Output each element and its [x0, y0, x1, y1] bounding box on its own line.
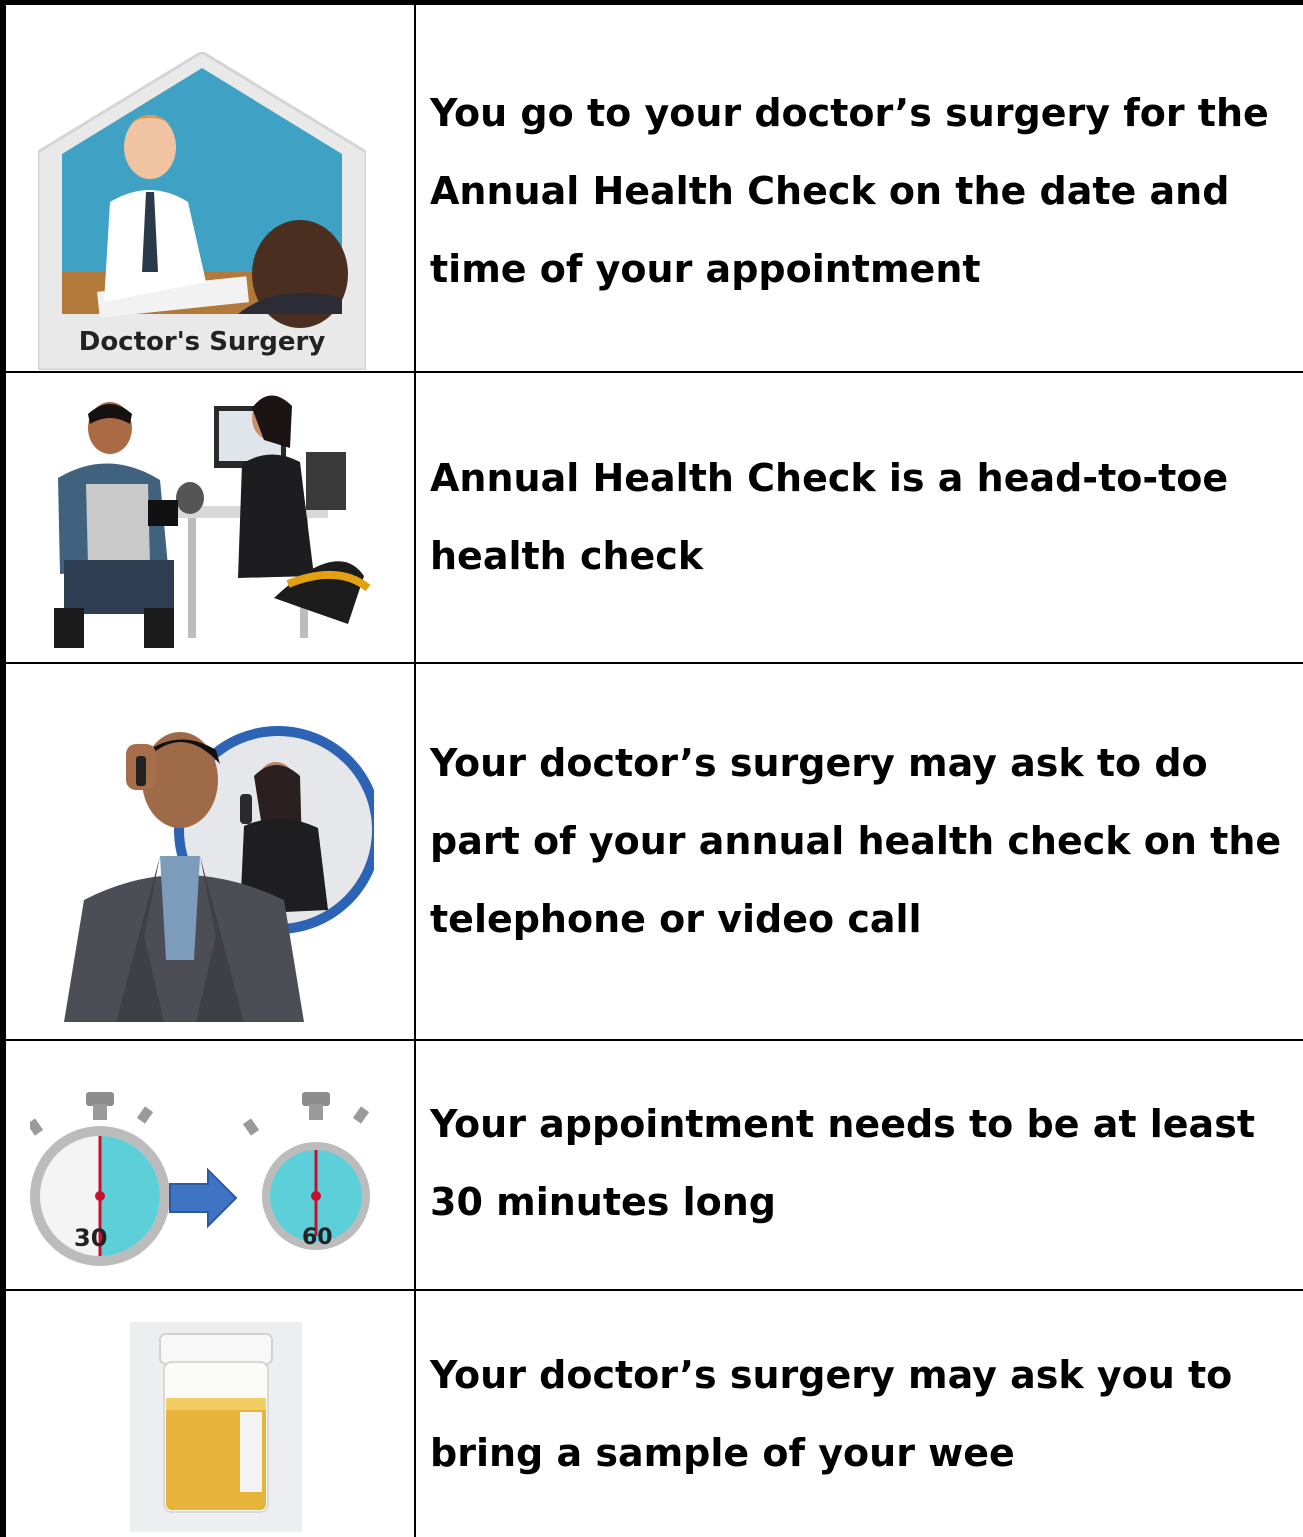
table-border-top: [0, 0, 1303, 5]
row-text: Your doctor’s surgery may ask to do part…: [430, 741, 1282, 941]
row-text: You go to your doctor’s surgery for the …: [430, 91, 1269, 291]
row-divider: [0, 371, 1303, 373]
row-text: Annual Health Check is a head-to-toe hea…: [430, 456, 1229, 578]
doctor-surgery-icon: Doctor's Surgery: [38, 52, 366, 370]
column-divider: [414, 0, 416, 1537]
row-text: Your doctor’s surgery may ask you to bri…: [430, 1353, 1233, 1475]
stopwatch-end-label: 60: [302, 1225, 333, 1250]
image-caption: Doctor's Surgery: [79, 327, 326, 357]
table-border-left: [0, 0, 6, 1537]
row-text: Your appointment needs to be at least 30…: [430, 1102, 1255, 1224]
phone-call-icon: [64, 726, 374, 1022]
health-check-blood-pressure-icon: [54, 395, 371, 648]
row-divider: [0, 1039, 1303, 1041]
urine-sample-icon: [130, 1322, 302, 1532]
stopwatch-30-to-60-icon: 30 60: [30, 1092, 370, 1266]
row-divider: [0, 1289, 1303, 1291]
row-divider: [0, 662, 1303, 664]
easy-read-table: Doctor's Surgery You go to your doctor’s…: [0, 0, 1303, 1537]
stopwatch-start-label: 30: [74, 1224, 107, 1252]
